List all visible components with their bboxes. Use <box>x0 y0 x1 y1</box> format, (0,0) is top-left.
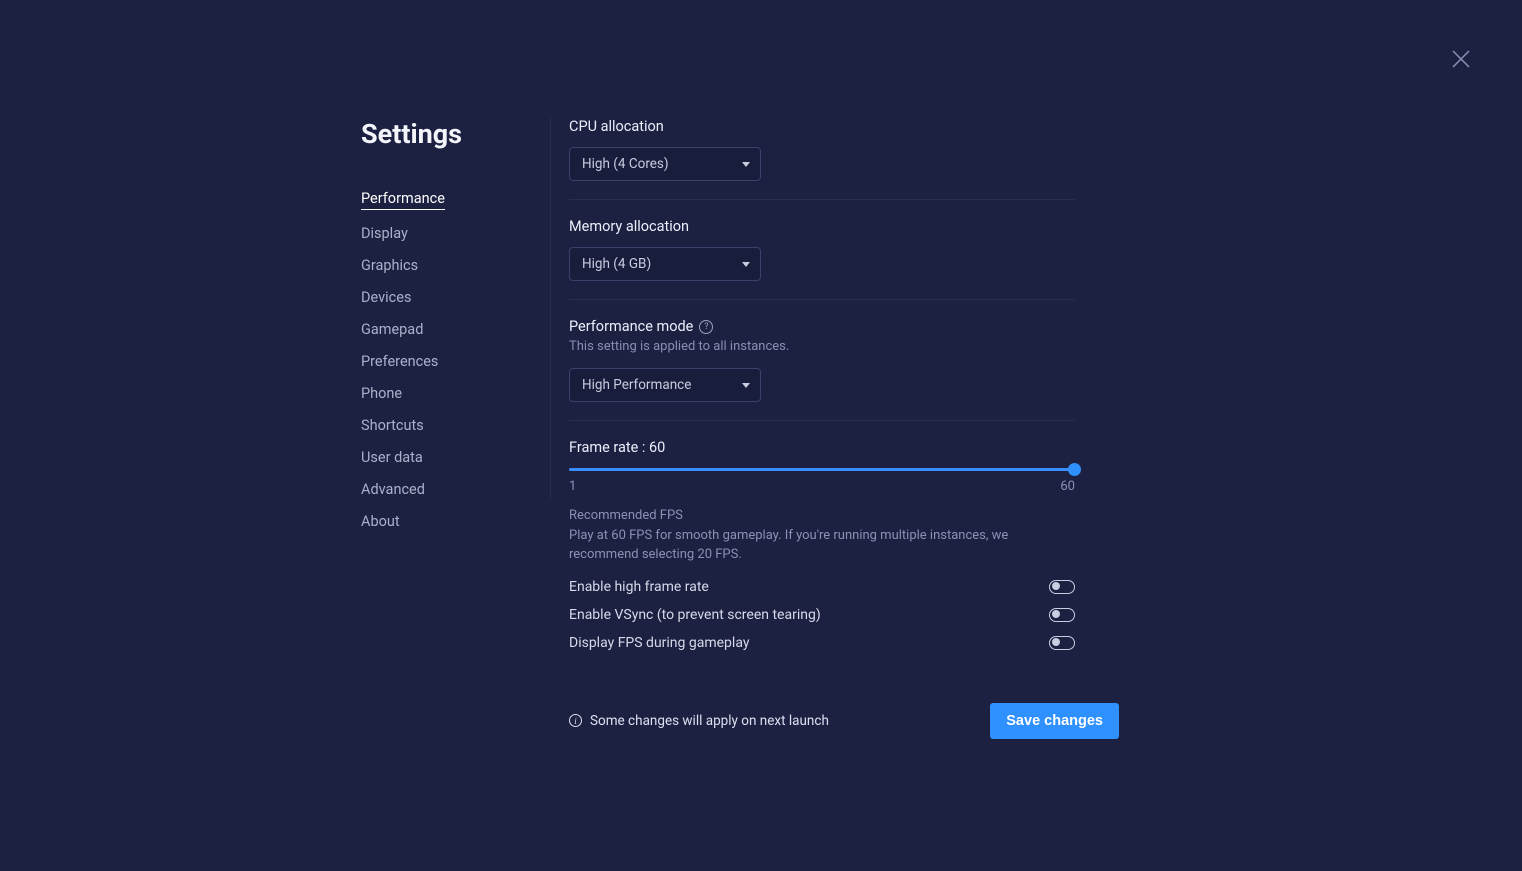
info-note-text: Some changes will apply on next launch <box>590 713 829 729</box>
nav-display[interactable]: Display <box>361 225 530 242</box>
memory-allocation-value: High (4 GB) <box>582 256 651 272</box>
toggle-vsync[interactable] <box>1049 608 1075 622</box>
caret-down-icon <box>742 262 750 267</box>
nav-advanced[interactable]: Advanced <box>361 481 530 498</box>
toggle-display-fps-label: Display FPS during gameplay <box>569 635 749 651</box>
frame-rate-label: Frame rate : 60 <box>569 439 1075 456</box>
performance-mode-select[interactable]: High Performance <box>569 368 761 402</box>
nav-user-data[interactable]: User data <box>361 449 530 466</box>
performance-mode-sublabel: This setting is applied to all instances… <box>569 339 1075 354</box>
caret-down-icon <box>742 383 750 388</box>
frame-rate-max: 60 <box>1060 479 1075 494</box>
caret-down-icon <box>742 162 750 167</box>
frame-rate-min: 1 <box>569 479 576 494</box>
nav-shortcuts[interactable]: Shortcuts <box>361 417 530 434</box>
performance-mode-label: Performance mode <box>569 318 693 335</box>
recommended-fps-text: Play at 60 FPS for smooth gameplay. If y… <box>569 527 1075 565</box>
nav-about[interactable]: About <box>361 513 530 530</box>
memory-allocation-label: Memory allocation <box>569 218 1075 235</box>
memory-allocation-select[interactable]: High (4 GB) <box>569 247 761 281</box>
save-button[interactable]: Save changes <box>990 703 1119 739</box>
performance-mode-value: High Performance <box>582 377 691 393</box>
nav-phone[interactable]: Phone <box>361 385 530 402</box>
frame-rate-slider-thumb[interactable] <box>1068 463 1081 476</box>
nav-preferences[interactable]: Preferences <box>361 353 530 370</box>
nav-performance[interactable]: Performance <box>361 190 445 210</box>
nav-gamepad[interactable]: Gamepad <box>361 321 530 338</box>
info-icon: i <box>569 714 582 727</box>
close-button[interactable] <box>1452 50 1470 68</box>
sidebar: Settings Performance Display Graphics De… <box>361 118 551 498</box>
cpu-allocation-label: CPU allocation <box>569 118 1075 135</box>
cpu-allocation-value: High (4 Cores) <box>582 156 669 172</box>
toggle-vsync-label: Enable VSync (to prevent screen tearing) <box>569 607 821 623</box>
toggle-high-frame-rate[interactable] <box>1049 580 1075 594</box>
toggle-display-fps[interactable] <box>1049 636 1075 650</box>
frame-rate-slider[interactable] <box>569 468 1075 471</box>
help-icon[interactable]: ? <box>699 320 713 334</box>
nav-graphics[interactable]: Graphics <box>361 257 530 274</box>
cpu-allocation-select[interactable]: High (4 Cores) <box>569 147 761 181</box>
toggle-high-frame-rate-label: Enable high frame rate <box>569 579 709 595</box>
info-note: i Some changes will apply on next launch <box>569 713 829 729</box>
page-title: Settings <box>361 118 530 150</box>
main-panel: CPU allocation High (4 Cores) Memory all… <box>551 118 1075 739</box>
recommended-fps-label: Recommended FPS <box>569 508 1075 523</box>
nav-devices[interactable]: Devices <box>361 289 530 306</box>
